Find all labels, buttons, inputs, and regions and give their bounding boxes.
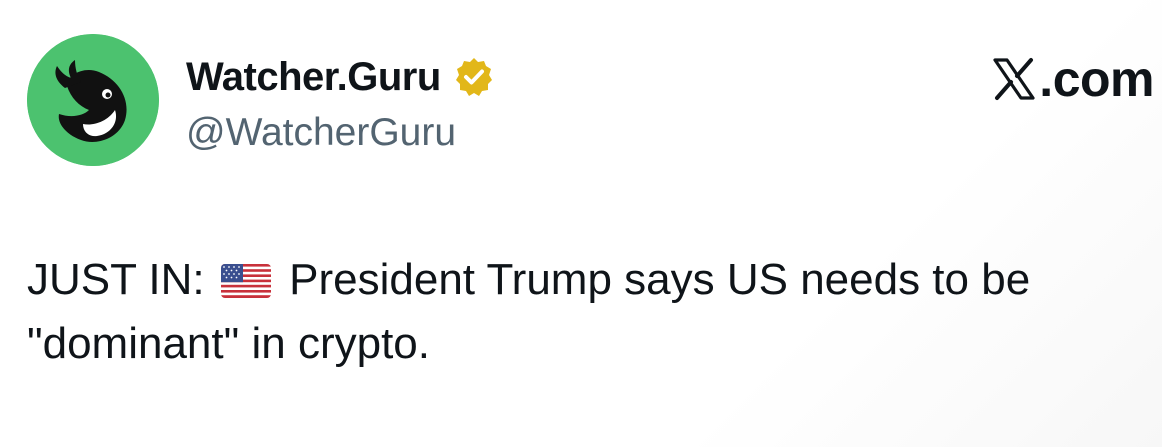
display-name[interactable]: Watcher.Guru	[186, 52, 441, 102]
us-flag-icon	[220, 264, 271, 298]
site-domain: .com	[1039, 51, 1154, 107]
tweet-text: JUST IN: President Trump says US needs t…	[27, 248, 1152, 376]
verified-badge-icon	[455, 58, 492, 96]
avatar[interactable]	[27, 34, 159, 166]
whale-icon	[27, 34, 159, 166]
author-info: Watcher.Guru @WatcherGuru	[186, 52, 495, 158]
site-label: .com	[991, 50, 1154, 108]
name-row: Watcher.Guru	[186, 52, 495, 102]
x-logo-icon	[993, 58, 1035, 100]
user-handle[interactable]: @WatcherGuru	[186, 108, 495, 158]
tweet-card: Watcher.Guru @WatcherGuru .com JUST IN:	[0, 0, 1162, 447]
tweet-prefix: JUST IN:	[27, 255, 205, 304]
